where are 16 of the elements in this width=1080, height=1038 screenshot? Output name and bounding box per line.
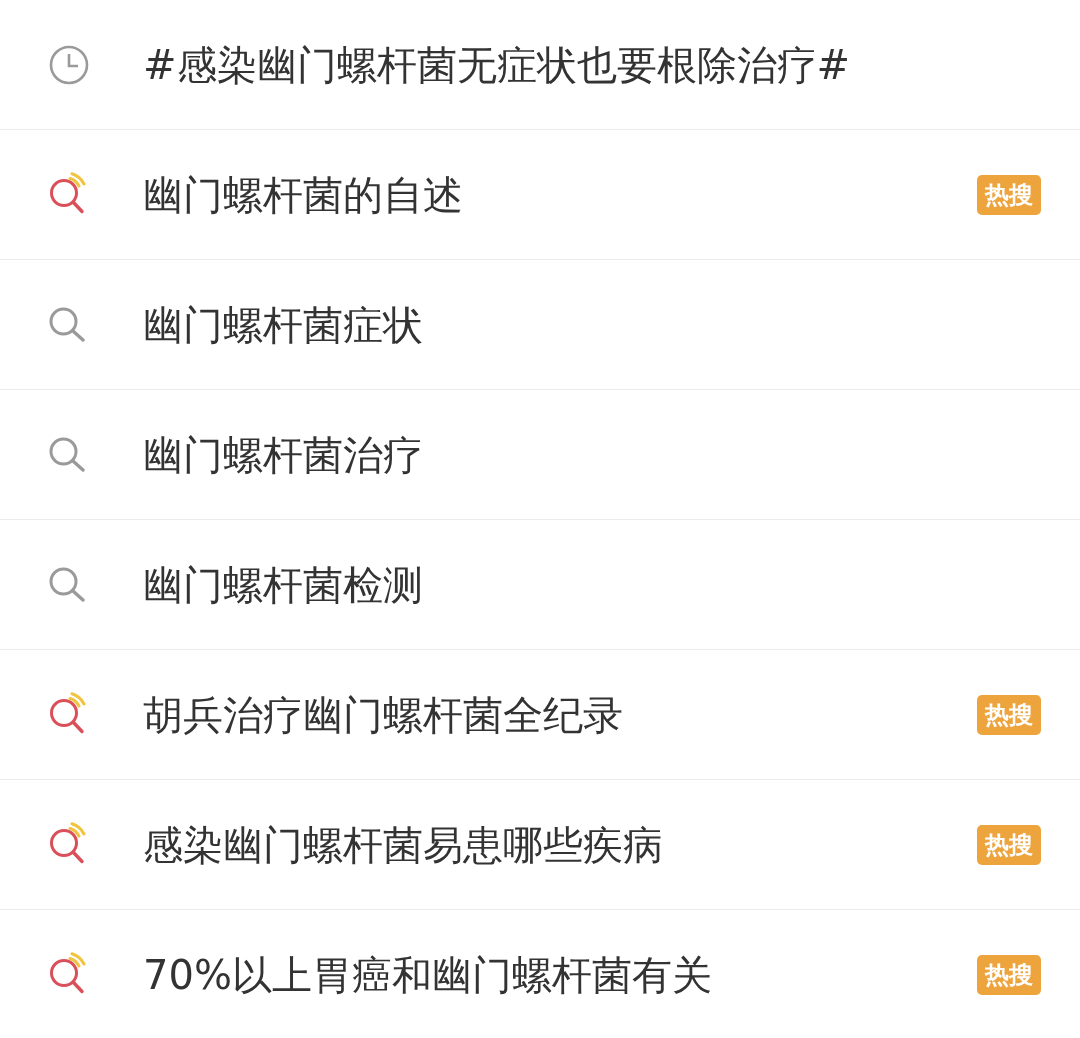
search-icon [49, 307, 87, 342]
search-suggestion[interactable]: 幽门螺杆菌检测 [143, 560, 423, 609]
hot-badge: 热搜 [977, 824, 1041, 865]
search-suggestion[interactable]: 感染幽门螺杆菌易患哪些疾病 [143, 820, 663, 869]
search-suggestion[interactable]: 幽门螺杆菌症状 [143, 300, 423, 349]
hot-badge: 热搜 [977, 174, 1041, 215]
search-suggestion[interactable]: 胡兵治疗幽门螺杆菌全纪录 [143, 690, 623, 739]
search-suggestion[interactable]: 幽门螺杆菌治疗 [143, 430, 423, 479]
search-suggestion[interactable]: #感染幽门螺杆菌无症状也要根除治疗# [143, 40, 851, 89]
hot-badge: 热搜 [977, 694, 1041, 735]
hot-badge: 热搜 [977, 954, 1041, 995]
clock-icon [49, 44, 89, 85]
search-icon [49, 437, 87, 472]
search-icon [49, 567, 87, 602]
search-suggestion[interactable]: 幽门螺杆菌的自述 [143, 170, 463, 219]
search-suggestion[interactable]: 70%以上胃癌和幽门螺杆菌有关 [143, 950, 712, 999]
